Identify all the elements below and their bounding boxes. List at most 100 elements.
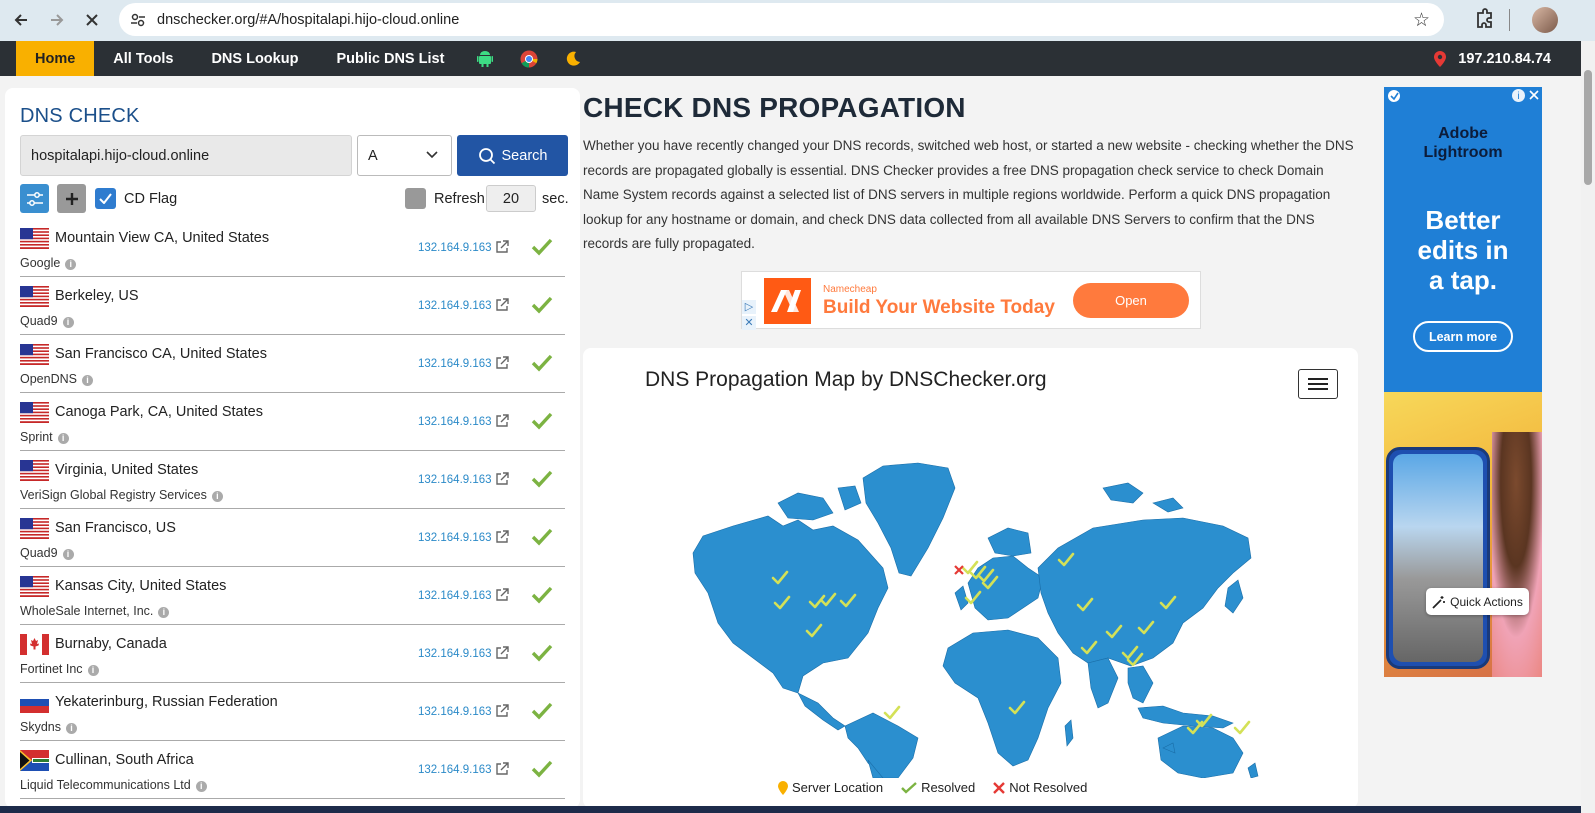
ad-phone-image	[1386, 447, 1490, 669]
domain-input[interactable]: hospitalapi.hijo-cloud.online	[20, 135, 352, 176]
ad-choices-icon[interactable]: i	[1384, 87, 1542, 103]
info-icon[interactable]: i	[62, 317, 74, 328]
ad-close-icon[interactable]: ✕	[742, 316, 756, 330]
settings-sliders-button[interactable]	[20, 184, 49, 213]
legend-not-resolved: Not Resolved	[993, 780, 1087, 795]
bookmark-star-icon[interactable]: ☆	[1413, 9, 1430, 32]
info-icon[interactable]: i	[66, 723, 77, 734]
url-text[interactable]: dnschecker.org/#A/hospitalapi.hijo-cloud…	[157, 12, 459, 28]
external-link-icon[interactable]	[495, 298, 509, 317]
info-icon[interactable]: i	[211, 491, 223, 502]
resolved-check-icon	[531, 470, 553, 493]
info-icon[interactable]: i	[62, 549, 74, 560]
nav-home[interactable]: Home	[16, 41, 95, 76]
resolved-ip-link[interactable]: 132.164.9.163	[418, 648, 492, 660]
server-row: Berkeley, US Quad9 i 132.164.9.163	[20, 277, 565, 335]
external-link-icon[interactable]	[495, 356, 509, 375]
quick-actions-button[interactable]: Quick Actions	[1426, 588, 1529, 615]
browser-toolbar: dnschecker.org/#A/hospitalapi.hijo-cloud…	[0, 0, 1595, 41]
external-link-icon[interactable]	[495, 762, 509, 781]
server-provider: WholeSale Internet, Inc. i	[20, 604, 170, 618]
info-icon[interactable]: i	[195, 781, 207, 792]
profile-avatar[interactable]	[1532, 7, 1558, 33]
external-link-icon[interactable]	[495, 240, 509, 259]
info-icon[interactable]: i	[65, 259, 77, 270]
user-ip-text: 197.210.84.74	[1458, 50, 1551, 67]
page-description: Whether you have recently changed your D…	[583, 138, 1354, 252]
ad-photo	[1384, 392, 1542, 677]
resolved-ip-link[interactable]: 132.164.9.163	[418, 706, 492, 718]
resolved-ip-link[interactable]: 132.164.9.163	[418, 242, 492, 254]
scrollbar-thumb[interactable]	[1584, 70, 1592, 185]
chrome-icon[interactable]	[507, 41, 551, 76]
server-list: Mountain View CA, United States Google i 13…	[20, 219, 565, 799]
resolved-ip-link[interactable]: 132.164.9.163	[418, 300, 492, 312]
site-info-icon[interactable]	[129, 11, 147, 29]
external-link-icon[interactable]	[495, 414, 509, 433]
server-row: Cullinan, South Africa Liquid Telecommuni…	[20, 741, 565, 799]
search-button[interactable]: Search	[457, 135, 568, 176]
server-provider: Quad9 i	[20, 314, 74, 328]
ad-headline-line1: Better	[1425, 205, 1501, 235]
server-provider: Skydns i	[20, 720, 77, 734]
server-provider: Sprint i	[20, 430, 69, 444]
page-scrollbar[interactable]	[1581, 41, 1595, 813]
flag-ru-icon	[20, 692, 49, 713]
server-provider-text: OpenDNS	[20, 372, 77, 386]
record-type-select[interactable]: A	[357, 135, 452, 176]
stop-loading-button[interactable]	[78, 6, 106, 34]
legend-server-location-text: Server Location	[792, 780, 884, 795]
resolved-ip-link[interactable]: 132.164.9.163	[418, 764, 492, 776]
back-button[interactable]	[7, 6, 35, 34]
nav-public-dns-list[interactable]: Public DNS List	[317, 41, 463, 76]
server-provider-text: Google	[20, 256, 61, 270]
ad-brand: Adobe Lightroom	[1384, 124, 1542, 162]
server-row: Canoga Park, CA, United States Sprint i 132…	[20, 393, 565, 451]
extensions-icon[interactable]	[1473, 8, 1495, 30]
resolved-ip-link[interactable]: 132.164.9.163	[418, 590, 492, 602]
refresh-interval-input[interactable]: 20	[486, 185, 536, 212]
info-icon[interactable]: i	[158, 607, 170, 618]
server-row: Virginia, United States VeriSign Global R…	[20, 451, 565, 509]
flag-us-icon	[20, 518, 49, 539]
ad-headline-line3: a tap.	[1429, 265, 1497, 295]
resolved-check-icon	[531, 586, 553, 609]
resolved-ip-link[interactable]: 132.164.9.163	[418, 532, 492, 544]
info-icon[interactable]: i	[57, 433, 69, 444]
address-bar[interactable]: dnschecker.org/#A/hospitalapi.hijo-cloud…	[119, 3, 1444, 36]
resolved-ip-link[interactable]: 132.164.9.163	[418, 358, 492, 370]
dark-mode-moon-icon[interactable]	[551, 41, 595, 76]
server-location: San Francisco, US	[55, 520, 176, 536]
resolved-check-icon	[531, 644, 553, 667]
chevron-down-icon	[426, 151, 438, 159]
android-icon[interactable]	[463, 41, 507, 76]
nav-dns-lookup[interactable]: DNS Lookup	[192, 41, 317, 76]
info-icon[interactable]: i	[81, 375, 93, 386]
sliders-icon	[26, 191, 43, 206]
nav-all-tools[interactable]: All Tools	[94, 41, 192, 76]
refresh-label: Refresh:	[434, 191, 489, 207]
server-provider-text: Liquid Telecommunications Ltd	[20, 778, 191, 792]
map-menu-button[interactable]	[1298, 369, 1338, 399]
external-link-icon[interactable]	[495, 530, 509, 549]
add-button[interactable]	[57, 184, 86, 213]
server-location: San Francisco CA, United States	[55, 346, 267, 362]
ad-info-icon[interactable]: ▷	[742, 300, 756, 314]
info-icon[interactable]: i	[87, 665, 99, 676]
cd-flag-checkbox[interactable]	[95, 188, 116, 209]
external-link-icon[interactable]	[495, 588, 509, 607]
refresh-checkbox[interactable]	[405, 188, 426, 209]
external-link-icon[interactable]	[495, 704, 509, 723]
forward-button[interactable]	[43, 6, 71, 34]
resolved-ip-link[interactable]: 132.164.9.163	[418, 416, 492, 428]
site-navbar: Home All Tools DNS Lookup Public DNS Lis…	[0, 41, 1581, 76]
external-link-icon[interactable]	[495, 472, 509, 491]
resolved-ip-link[interactable]: 132.164.9.163	[418, 474, 492, 486]
external-link-icon[interactable]	[495, 646, 509, 665]
ad-open-button[interactable]: Open	[1073, 283, 1189, 318]
server-provider: Fortinet Inc i	[20, 662, 99, 676]
learn-more-button[interactable]: Learn more	[1413, 321, 1513, 352]
namecheap-ad-banner[interactable]: Namecheap Build Your Website Today Open …	[741, 271, 1201, 330]
resolved-check-icon	[531, 354, 553, 377]
server-provider: Google i	[20, 256, 77, 270]
